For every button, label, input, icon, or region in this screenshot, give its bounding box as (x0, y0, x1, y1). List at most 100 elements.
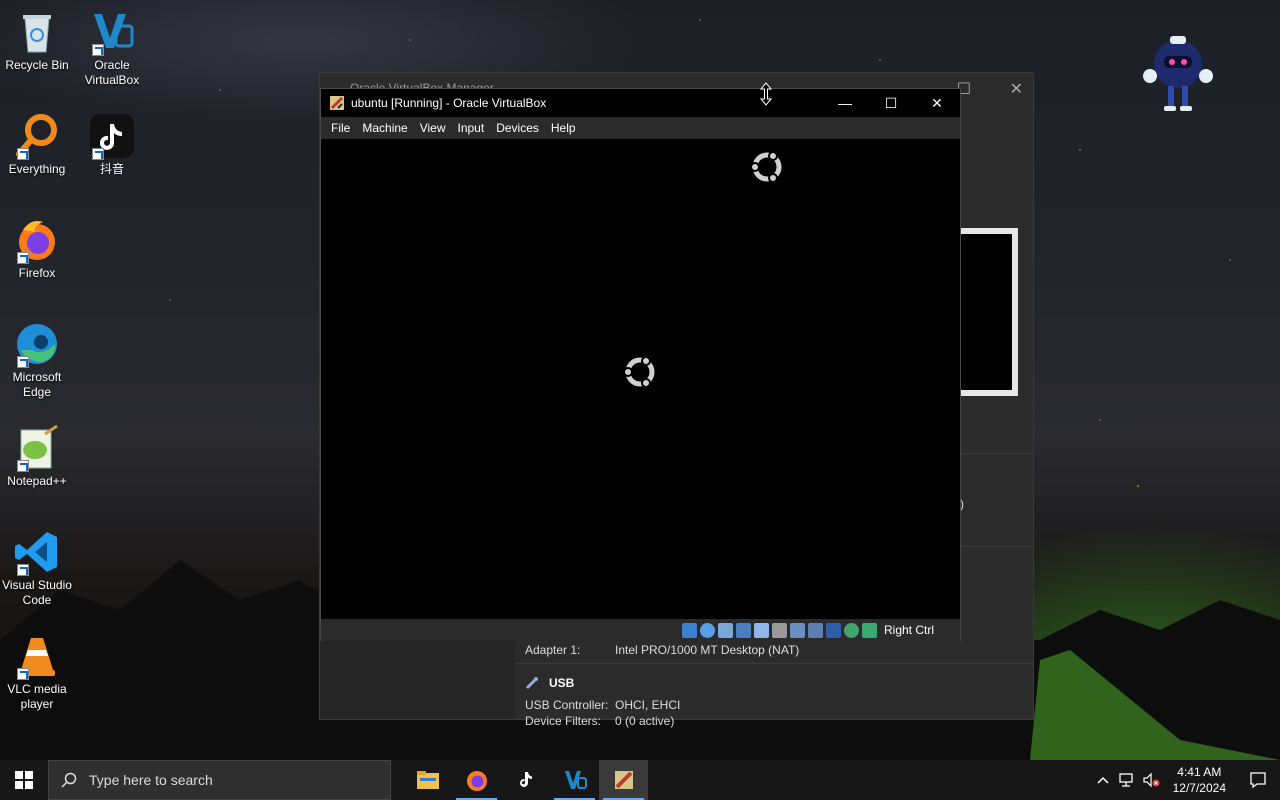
notepad-plus-plus-icon (13, 424, 61, 472)
menu-input[interactable]: Input (452, 121, 491, 135)
shortcut-arrow-icon (92, 148, 104, 160)
audio-icon[interactable] (717, 622, 733, 638)
desktop-icon-firefox[interactable]: Firefox (0, 216, 74, 281)
network-icon[interactable] (735, 622, 751, 638)
firefox-icon (466, 771, 487, 791)
everything-icon (13, 112, 61, 160)
usb-heading: USB (549, 676, 575, 690)
volume-button[interactable] (1139, 760, 1163, 800)
desktop-icon-vlc-media-player[interactable]: VLC media player (0, 632, 74, 712)
maximize-icon: ☐ (884, 94, 898, 111)
desktop-icon-douyin[interactable]: 抖音 (75, 112, 149, 177)
virtualbox-icon (564, 771, 587, 789)
menu-machine[interactable]: Machine (356, 121, 413, 135)
detail-value: 0 (0 active) (615, 714, 675, 728)
file-explorer-icon (416, 771, 439, 789)
usb-icon (525, 677, 538, 690)
vm-window[interactable]: ubuntu [Running] - Oracle VirtualBox — ☐… (320, 88, 961, 641)
windows-logo-icon (15, 771, 33, 789)
taskbar-app-virtualbox[interactable] (550, 760, 599, 800)
hard-disk-icon[interactable] (681, 622, 697, 638)
maximize-button[interactable]: ☐ (868, 89, 914, 117)
desktop-icon-everything[interactable]: Everything (0, 112, 74, 177)
network-adapter-row: Adapter 1: Intel PRO/1000 MT Desktop (NA… (525, 643, 1033, 659)
desktop-icon-recycle-bin[interactable]: Recycle Bin (0, 8, 74, 73)
taskbar-app-tiktok[interactable] (501, 760, 550, 800)
detail-value: OHCI, EHCI (615, 698, 681, 712)
start-button[interactable] (0, 760, 48, 800)
taskbar-app-file-explorer[interactable] (403, 760, 452, 800)
virtualbox-vm-icon (614, 771, 633, 789)
search-placeholder: Type here to search (89, 772, 213, 788)
desktop-icon-label: Everything (8, 162, 66, 176)
desktop-icon-label: VLC media player (7, 682, 67, 711)
system-tray: 4:41 AM 12/7/2024 (1091, 760, 1280, 800)
mouse-integration-icon[interactable] (843, 622, 859, 638)
ubuntu-logo-icon (623, 356, 655, 388)
virtualbox-icon (88, 8, 136, 56)
edge-icon (13, 320, 61, 368)
vm-titlebar[interactable]: ubuntu [Running] - Oracle VirtualBox — ☐… (321, 89, 960, 117)
detail-key: Adapter 1: (525, 643, 581, 657)
desktop-icon-notepad-plus-plus[interactable]: Notepad++ (0, 424, 74, 489)
desktop-icon-oracle-virtualbox[interactable]: Oracle VirtualBox (75, 8, 149, 88)
manager-window-controls: ☐ ✕ (957, 79, 1023, 99)
vt-x-icon[interactable] (825, 622, 841, 638)
desktop-icon-label: Notepad++ (7, 474, 67, 488)
search-icon (61, 772, 77, 788)
desktop-icon-visual-studio-code[interactable]: Visual Studio Code (0, 528, 74, 608)
shortcut-arrow-icon (17, 356, 29, 368)
keyboard-icon[interactable] (861, 622, 877, 638)
recording-icon[interactable] (807, 622, 823, 638)
detail-key: USB Controller: (525, 698, 609, 712)
taskbar-clock[interactable]: 4:41 AM 12/7/2024 (1163, 764, 1236, 796)
taskbar-search-box[interactable]: Type here to search (48, 760, 391, 800)
shortcut-arrow-icon (17, 148, 29, 160)
taskbar-app-firefox[interactable] (452, 760, 501, 800)
taskbar-app-virtualbox-vm[interactable] (599, 760, 648, 800)
detail-value: Intel PRO/1000 MT Desktop (NAT) (615, 643, 800, 657)
shared-folders-icon[interactable] (771, 622, 787, 638)
show-hidden-icons-button[interactable] (1091, 760, 1115, 800)
desktop-icon-label: 抖音 (99, 162, 124, 176)
close-icon[interactable]: ✕ (1010, 81, 1023, 98)
shortcut-arrow-icon (17, 252, 29, 264)
usb-filters-row: Device Filters: 0 (0 active) (525, 714, 1033, 730)
menu-file[interactable]: File (325, 121, 356, 135)
detail-key: Device Filters: (525, 714, 602, 728)
clock-date: 12/7/2024 (1172, 781, 1226, 795)
desktop-icon-label: Firefox (18, 266, 56, 280)
display-icon[interactable] (789, 622, 805, 638)
close-icon: ✕ (931, 94, 943, 111)
usb-section-header[interactable]: USB (525, 676, 1033, 690)
optical-drive-icon[interactable] (699, 622, 715, 638)
desktop-mascot-widget[interactable] (1140, 30, 1216, 116)
usb-controller-row: USB Controller: OHCI, EHCI (525, 698, 1033, 714)
network-status-button[interactable] (1115, 760, 1139, 800)
menu-help[interactable]: Help (545, 121, 582, 135)
taskbar: Type here to search 4:41 AM 12/7/2024 (0, 760, 1280, 800)
vm-display[interactable] (321, 139, 960, 619)
chevron-up-icon (1097, 776, 1109, 784)
host-key-label: Right Ctrl (883, 623, 934, 637)
menu-devices[interactable]: Devices (490, 121, 545, 135)
speaker-muted-icon (1143, 772, 1160, 788)
desktop-icon-label: Recycle Bin (5, 58, 69, 72)
desktop-icon-microsoft-edge[interactable]: Microsoft Edge (0, 320, 74, 400)
shortcut-arrow-icon (92, 44, 104, 56)
close-button[interactable]: ✕ (914, 89, 960, 117)
usb-icon[interactable] (753, 622, 769, 638)
menu-view[interactable]: View (414, 121, 452, 135)
tiktok-icon (88, 112, 136, 160)
section-divider (515, 663, 1033, 664)
vm-window-title: ubuntu [Running] - Oracle VirtualBox (351, 96, 547, 110)
robot-mascot-icon (1143, 36, 1213, 111)
desktop-icon-label: Oracle VirtualBox (84, 58, 140, 87)
shortcut-arrow-icon (17, 460, 29, 472)
tiktok-icon (519, 772, 532, 787)
virtualbox-vm-icon (330, 96, 344, 110)
minimize-button[interactable]: — (822, 89, 868, 117)
network-icon (1118, 773, 1133, 787)
desktop-icon-label: Visual Studio Code (2, 578, 72, 607)
action-center-button[interactable] (1236, 760, 1280, 800)
